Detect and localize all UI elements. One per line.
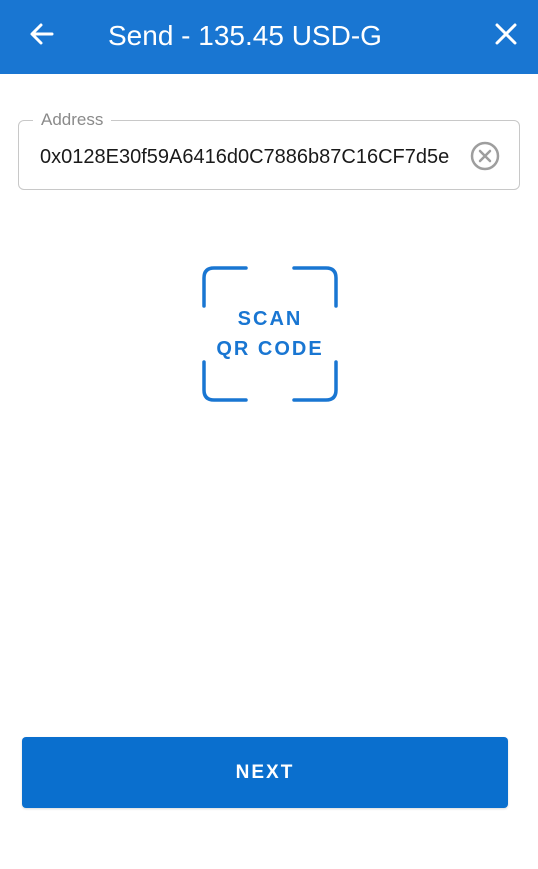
qr-scan-frame-icon bbox=[202, 266, 338, 402]
address-input[interactable]: 0x0128E30f59A6416d0C7886b87C16CF7d5e bbox=[40, 145, 456, 169]
scan-label: SCAN bbox=[237, 308, 303, 330]
back-button[interactable] bbox=[22, 14, 62, 54]
close-button[interactable] bbox=[486, 14, 526, 54]
arrow-left-icon bbox=[30, 23, 54, 45]
page-title: Send - 135.45 USD-G bbox=[108, 20, 382, 51]
address-field[interactable]: Address 0x0128E30f59A6416d0C7886b87C16CF… bbox=[18, 110, 520, 190]
clear-circle-icon bbox=[470, 141, 500, 171]
scan-qr-button[interactable]: SCAN QR CODE bbox=[202, 266, 338, 402]
app-bar: Send - 135.45 USD-G bbox=[0, 0, 538, 74]
qr-code-label: QR CODE bbox=[216, 338, 324, 360]
address-label: Address bbox=[33, 110, 112, 130]
clear-address-button[interactable] bbox=[470, 141, 500, 171]
close-icon bbox=[495, 23, 517, 45]
next-button[interactable]: NEXT bbox=[22, 737, 508, 808]
